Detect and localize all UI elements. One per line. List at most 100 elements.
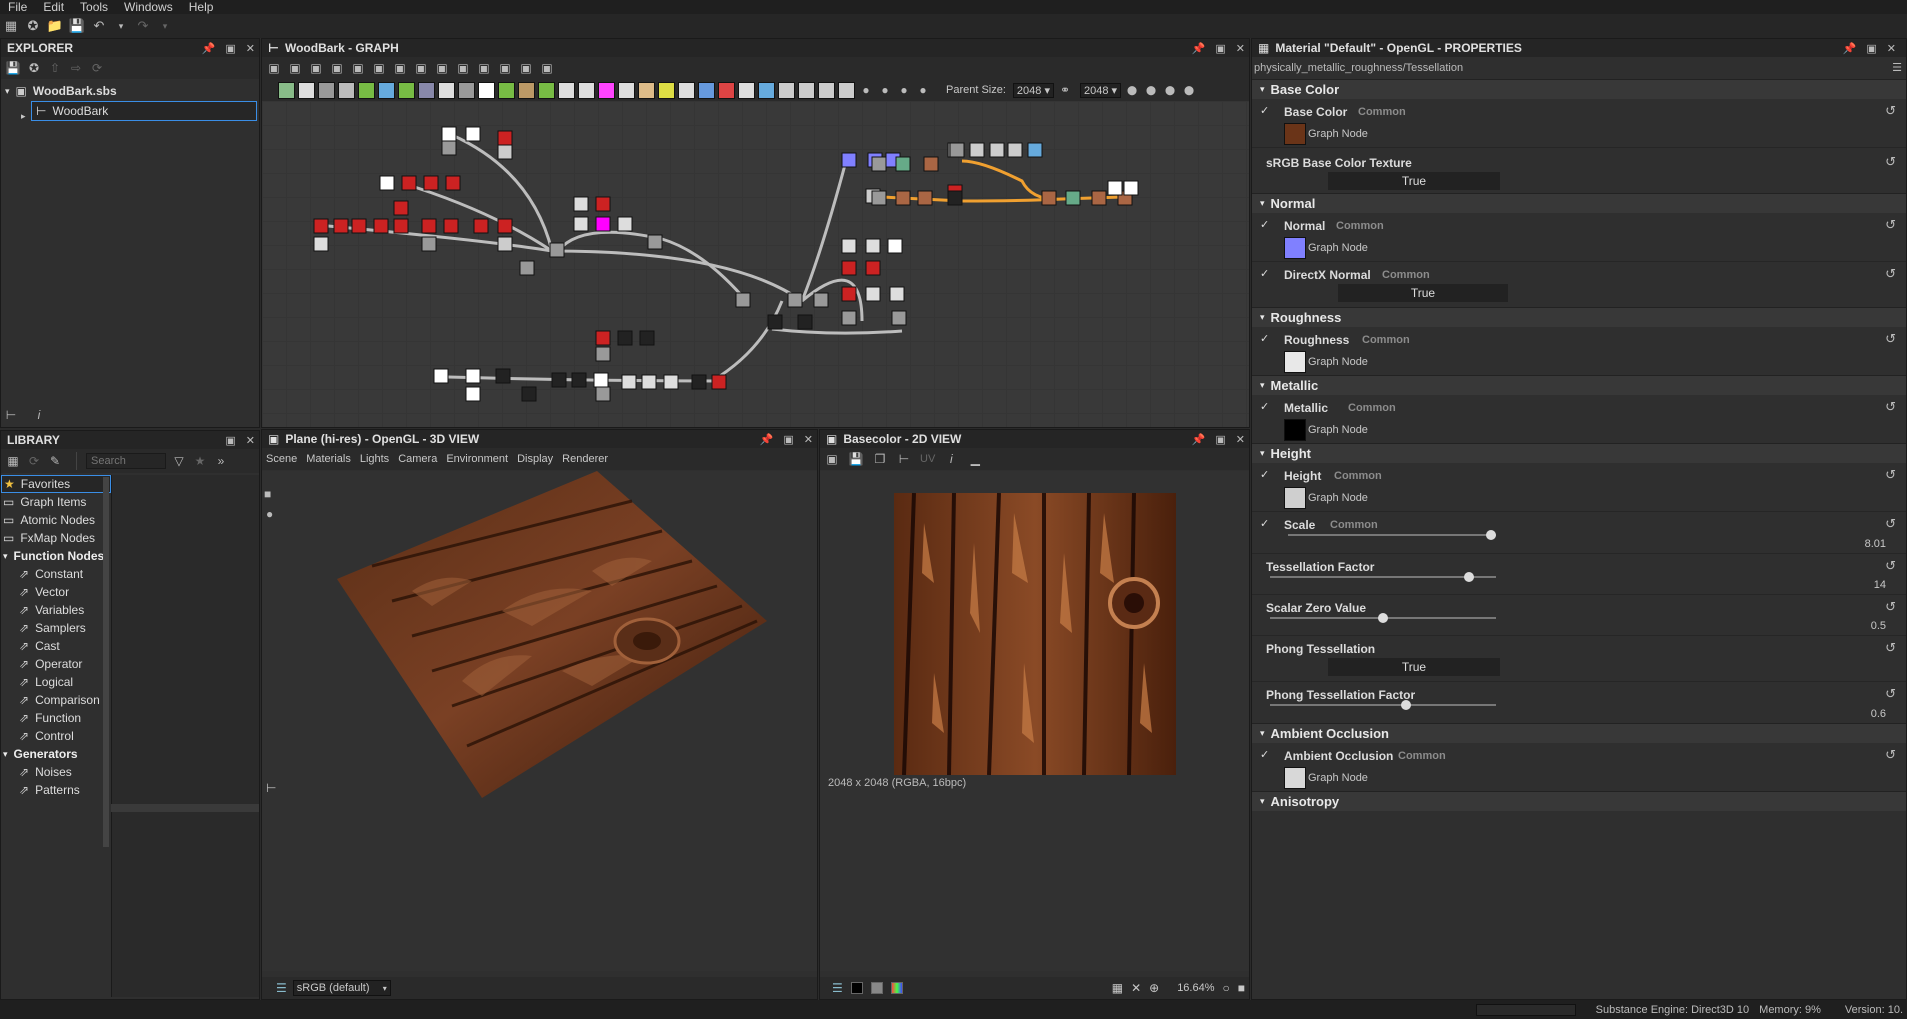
graph-node[interactable]	[889, 286, 905, 302]
grid-icon[interactable]: ▦	[1112, 981, 1123, 995]
graph-node[interactable]	[497, 144, 513, 160]
redo-dropdown-icon[interactable]: ▾	[156, 17, 174, 35]
collapse-arrow-icon[interactable]: ▸	[21, 111, 26, 122]
graph-node[interactable]	[595, 346, 611, 362]
library-item[interactable]: ⇗ Comparison	[1, 691, 111, 709]
atomic-node-icon[interactable]	[518, 81, 535, 99]
library-scrollbar[interactable]	[103, 477, 109, 847]
graph-node[interactable]	[639, 330, 655, 346]
ao-thumb[interactable]	[1284, 767, 1306, 789]
atomic-node-icon[interactable]	[678, 81, 695, 99]
camera-icon[interactable]: ■	[264, 487, 271, 501]
graph-node[interactable]	[711, 374, 727, 390]
graph-node[interactable]	[647, 234, 663, 250]
menu-camera[interactable]: Camera	[398, 453, 437, 465]
package-item[interactable]: ▾ ▣ WoodBark.sbs	[1, 81, 259, 101]
section-ambient-occlusion[interactable]: ▾ Ambient Occlusion	[1252, 723, 1906, 743]
library-item[interactable]: ⇗ Cast	[1, 637, 111, 655]
graph-node[interactable]	[595, 196, 611, 212]
graph-node[interactable]	[1027, 142, 1043, 158]
save-icon[interactable]: 💾	[848, 451, 864, 467]
reset-icon[interactable]: ↺	[1885, 640, 1896, 656]
graph-node[interactable]	[441, 140, 457, 156]
atomic-node-icon[interactable]	[638, 81, 655, 99]
atomic-node-icon[interactable]	[838, 81, 855, 99]
atomic-node-icon[interactable]	[718, 81, 735, 99]
atomic-node-icon[interactable]	[578, 81, 595, 99]
close-icon[interactable]: ✕	[1887, 42, 1896, 55]
frame-icon[interactable]: ▣	[413, 60, 429, 76]
scalar-zero-value[interactable]: 0.5	[1871, 620, 1886, 632]
wrench-icon[interactable]: ▣	[497, 60, 513, 76]
atomic-node-icon[interactable]	[738, 81, 755, 99]
graph-node[interactable]	[445, 175, 461, 191]
library-item[interactable]: ▾ Function Nodes	[1, 547, 111, 565]
menu-environment[interactable]: Environment	[446, 453, 508, 465]
height-thumb[interactable]	[1284, 487, 1306, 509]
atomic-node-icon[interactable]	[798, 81, 815, 99]
graph-node[interactable]	[421, 218, 437, 234]
reset-icon[interactable]: ↺	[1885, 599, 1896, 615]
graph-node[interactable]	[1091, 190, 1107, 206]
graph-node[interactable]	[595, 386, 611, 402]
section-height[interactable]: ▾ Height	[1252, 443, 1906, 463]
atomic-node-icon[interactable]	[538, 81, 555, 99]
maximize-icon[interactable]: ▣	[225, 434, 235, 447]
menu-renderer[interactable]: Renderer	[562, 453, 608, 465]
layout-icon[interactable]: ▣	[371, 60, 387, 76]
redo-icon[interactable]: ↷	[134, 17, 152, 35]
graph-node[interactable]	[691, 374, 707, 390]
graph-node[interactable]	[1065, 190, 1081, 206]
graph-node[interactable]	[735, 292, 751, 308]
graph-node[interactable]	[989, 142, 1005, 158]
library-item[interactable]: ⇗ Noises	[1, 763, 111, 781]
pin-icon[interactable]: 📌	[1192, 42, 1206, 55]
maximize-icon[interactable]: ▣	[783, 433, 793, 446]
atomic-node-icon[interactable]	[378, 81, 395, 99]
slider-handle[interactable]	[1378, 613, 1388, 623]
graph-node[interactable]	[871, 156, 887, 172]
graph-node[interactable]	[373, 218, 389, 234]
info-icon[interactable]: i	[943, 451, 959, 467]
maximize-icon[interactable]: ▣	[225, 42, 235, 55]
align-h-icon[interactable]: ⬤	[1143, 82, 1159, 98]
metallic-thumb[interactable]	[1284, 419, 1306, 441]
close-icon[interactable]: ✕	[1236, 42, 1245, 55]
library-item[interactable]: ⇗ Patterns	[1, 781, 111, 799]
navigation-icon[interactable]: ●	[915, 82, 931, 98]
close-icon[interactable]: ✕	[246, 434, 255, 447]
graph-node[interactable]	[895, 190, 911, 206]
graph-node[interactable]	[351, 218, 367, 234]
graph-node[interactable]	[465, 368, 481, 384]
graph-node[interactable]	[421, 236, 437, 252]
menu-help[interactable]: Help	[181, 0, 222, 14]
graph-node[interactable]	[1123, 180, 1139, 196]
graph-node[interactable]	[663, 374, 679, 390]
graph-item[interactable]: ⊢ WoodBark	[31, 101, 257, 121]
graph-node[interactable]	[497, 236, 513, 252]
graph-node[interactable]	[617, 330, 633, 346]
funnel-icon[interactable]: ▽	[171, 453, 187, 469]
graph-node[interactable]	[593, 372, 609, 388]
graph-node[interactable]	[521, 386, 537, 402]
graph-node[interactable]	[865, 286, 881, 302]
graph-node[interactable]	[551, 372, 567, 388]
info-icon[interactable]: ▣	[329, 60, 345, 76]
atomic-node-icon[interactable]	[778, 81, 795, 99]
library-item[interactable]: ★ Favorites	[1, 475, 111, 493]
undo-dropdown-icon[interactable]: ▾	[112, 17, 130, 35]
menu-lights[interactable]: Lights	[360, 453, 389, 465]
menu-icon[interactable]: ☰	[1892, 61, 1902, 74]
library-item[interactable]: ⇗ Operator	[1, 655, 111, 673]
filter-tree-icon[interactable]: ▦	[5, 453, 21, 469]
graph-node[interactable]	[865, 260, 881, 276]
graph-node[interactable]	[573, 196, 589, 212]
graph-node[interactable]	[595, 216, 611, 232]
section-roughness[interactable]: ▾ Roughness	[1252, 307, 1906, 327]
menu-display[interactable]: Display	[517, 453, 553, 465]
library-item[interactable]: ⇗ Control	[1, 727, 111, 745]
library-item[interactable]: ⇗ Constant	[1, 565, 111, 583]
atomic-node-icon[interactable]	[478, 81, 495, 99]
graph-node[interactable]	[969, 142, 985, 158]
menu-file[interactable]: File	[0, 0, 35, 14]
